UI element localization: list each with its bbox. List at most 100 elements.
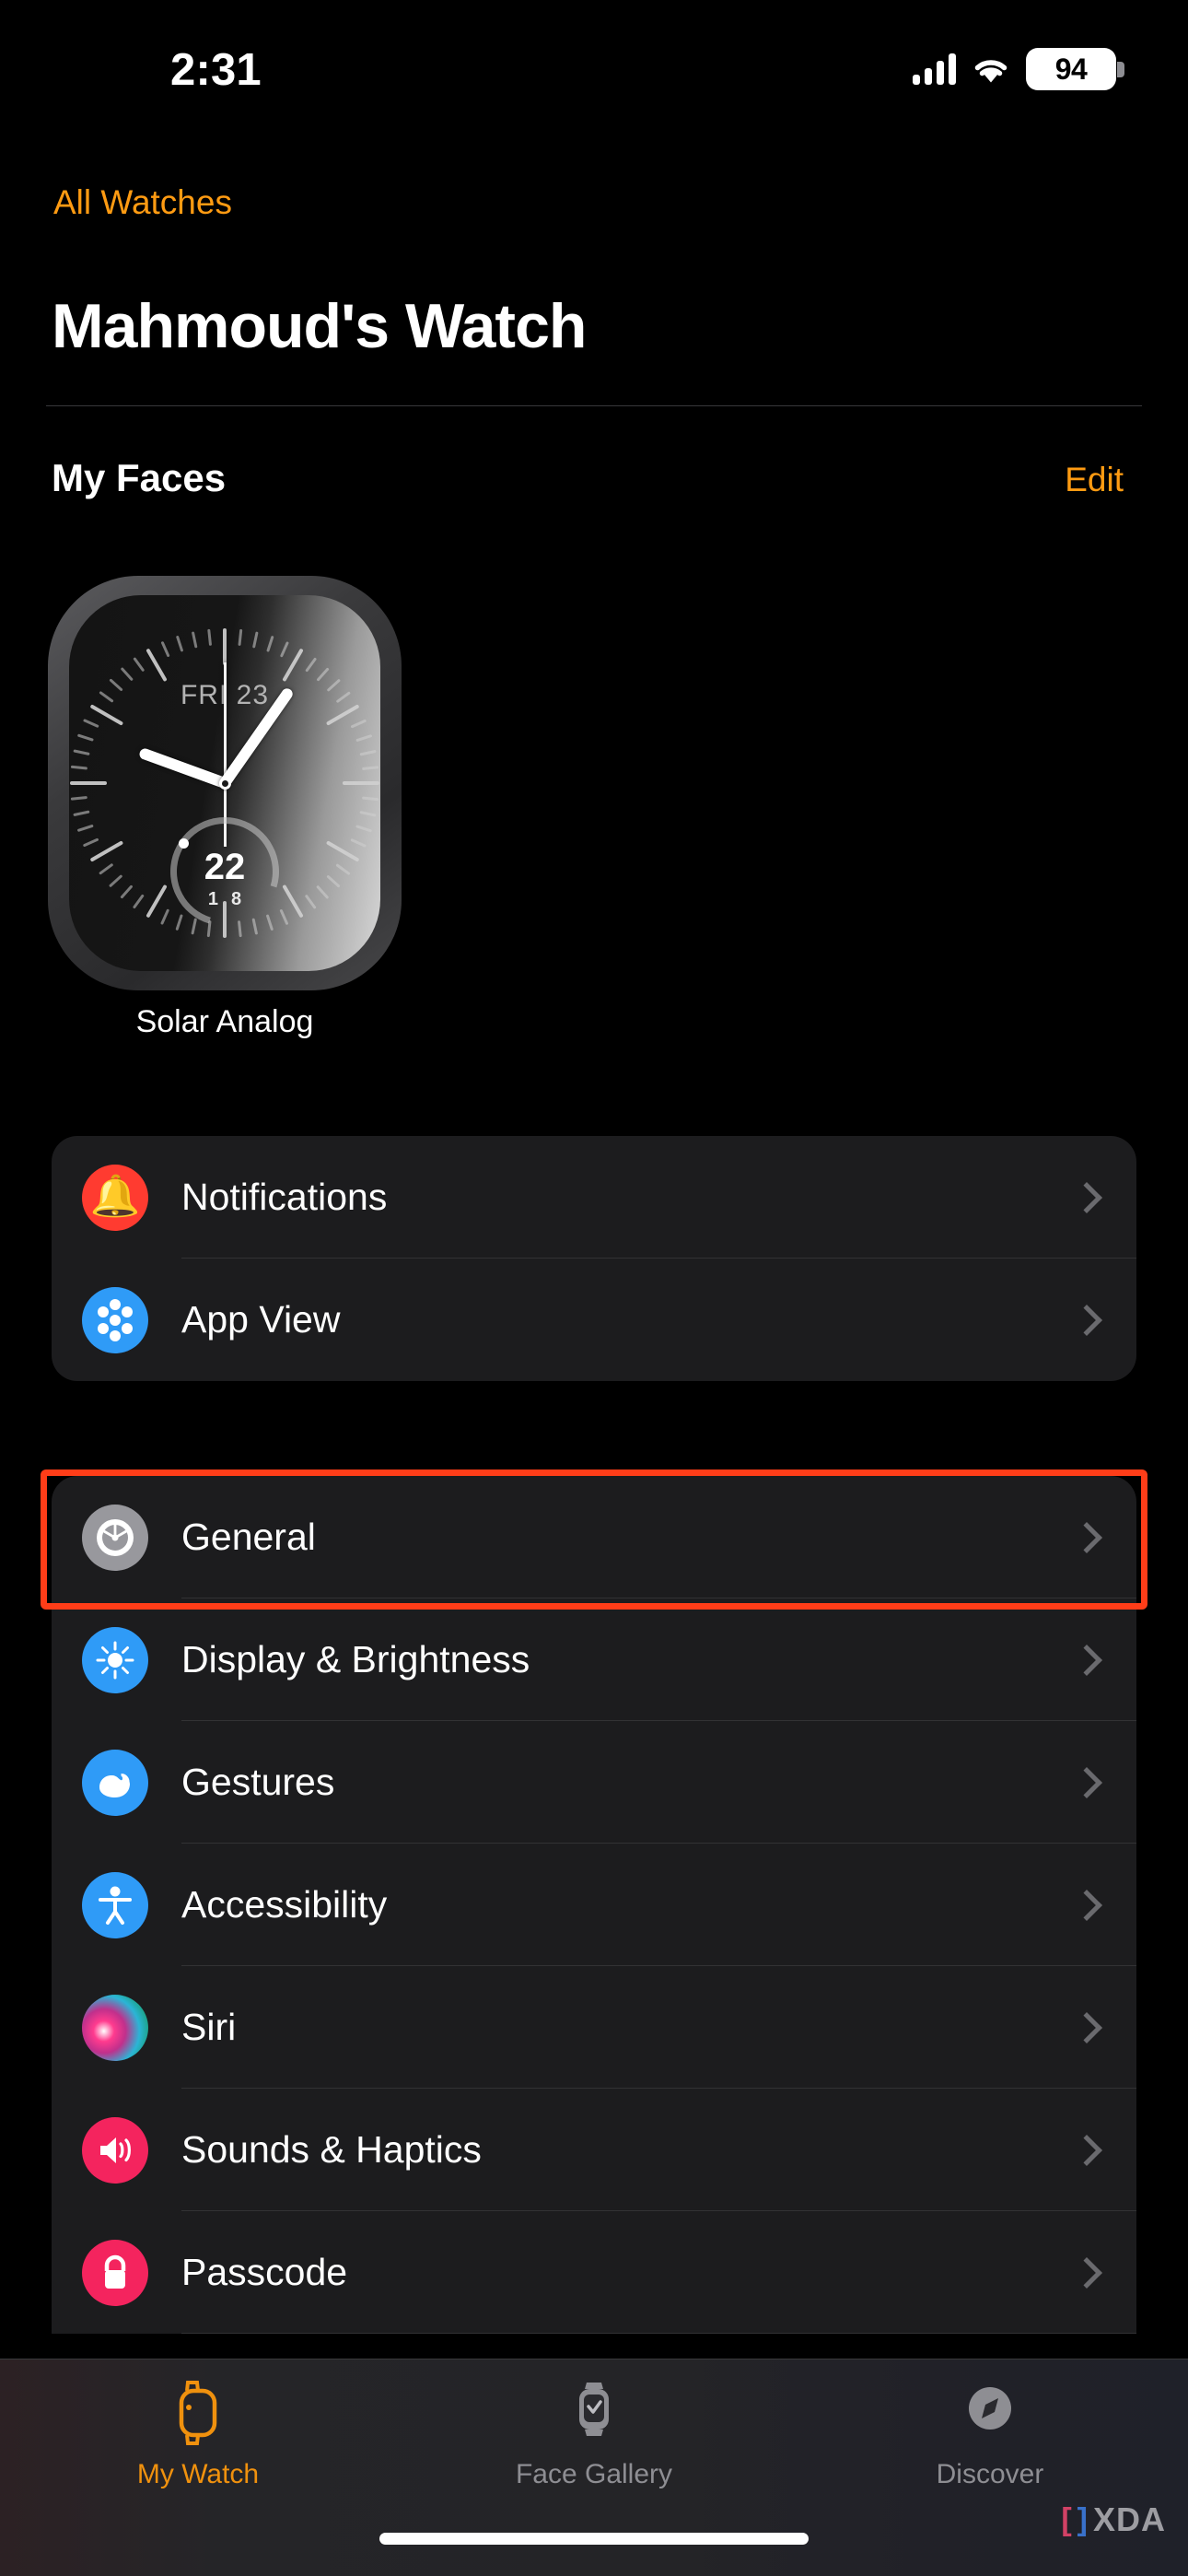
tick-mark: [326, 874, 341, 888]
battery-icon: 94: [1026, 48, 1124, 90]
list-item-accessibility[interactable]: Accessibility: [52, 1844, 1136, 1966]
tab-label: Discover: [936, 2459, 1044, 2489]
list-item-label: Display & Brightness: [181, 1638, 530, 1680]
tab-discover[interactable]: Discover: [792, 2359, 1188, 2512]
tab-label: My Watch: [136, 2459, 260, 2489]
tick-mark: [350, 837, 367, 848]
watch-screen: FRI 23 22 18: [69, 595, 380, 971]
tick-mark: [282, 648, 304, 683]
tick-mark: [325, 840, 360, 862]
tick-mark: [83, 837, 99, 848]
tick-mark: [350, 719, 367, 729]
status-bar-time: 2:31: [170, 45, 262, 95]
bell-icon: 🔔: [82, 1164, 148, 1231]
battery-percent-label: 94: [1054, 52, 1088, 86]
tab-my-watch[interactable]: My Watch: [0, 2359, 396, 2512]
subdial-range: 18: [207, 888, 255, 909]
tick-mark: [99, 863, 114, 875]
settings-group-secondary: General Display & Brightness Gestures Ac…: [52, 1476, 1136, 2334]
tick-mark: [362, 796, 379, 801]
watch-outline-icon: [169, 2380, 227, 2446]
tick-mark: [146, 648, 168, 683]
my-faces-heading: My Faces: [52, 456, 227, 499]
tab-face-gallery[interactable]: Face Gallery: [396, 2359, 792, 2512]
tick-mark: [89, 840, 124, 862]
tick-mark: [238, 628, 242, 646]
list-item-general[interactable]: General: [52, 1476, 1136, 1598]
tick-mark: [279, 641, 289, 658]
watch-face-preview[interactable]: FRI 23 22 18 Solar Analog: [48, 576, 407, 1039]
tick-mark: [266, 635, 274, 652]
list-item-label: Notifications: [181, 1176, 388, 1218]
tick-mark: [73, 749, 90, 756]
tick-mark: [76, 733, 94, 742]
status-bar: 2:31 94: [0, 0, 1188, 115]
chevron-right-icon: [1074, 2255, 1094, 2290]
chevron-right-icon: [1074, 2010, 1094, 2045]
watch-check-icon: [565, 2380, 623, 2446]
watch-subdial: 22 18: [151, 797, 298, 945]
watermark-bracket-left: [: [1061, 2502, 1072, 2537]
tick-mark: [70, 781, 107, 785]
tab-label: Face Gallery: [515, 2459, 673, 2489]
chevron-right-icon: [1074, 1888, 1094, 1923]
wifi-icon: [972, 55, 1010, 84]
accessibility-person-icon: [82, 1871, 148, 1938]
cellular-bars-icon: [913, 53, 956, 85]
tick-mark: [343, 781, 379, 785]
tick-mark: [279, 908, 289, 925]
tab-bar: My Watch Face Gallery Discover [] XDA: [0, 2359, 1188, 2576]
xda-watermark: [ ] XDA: [1061, 2500, 1166, 2539]
phone-screen: 2:31 94 All Watches Mahmoud's Watch My F…: [0, 0, 1188, 2576]
tick-mark: [73, 810, 90, 817]
list-item-app-view[interactable]: App View: [52, 1259, 1136, 1381]
tick-mark: [251, 631, 259, 649]
row-separator: [181, 2332, 1136, 2334]
chevron-right-icon: [1074, 2133, 1094, 2168]
app-grid-dots: [94, 1298, 136, 1341]
tick-mark: [70, 766, 87, 770]
list-item-label: Passcode: [181, 2251, 348, 2293]
list-item-sounds-haptics[interactable]: Sounds & Haptics: [52, 2089, 1136, 2211]
tick-mark: [305, 894, 317, 909]
hand-gesture-icon: [82, 1749, 148, 1816]
tick-mark: [83, 719, 99, 729]
chevron-right-icon: [1074, 1765, 1094, 1800]
sun-icon: [82, 1626, 148, 1693]
list-item-gestures[interactable]: Gestures: [52, 1721, 1136, 1844]
watch-hand-pivot: [218, 777, 231, 790]
chevron-right-icon: [1074, 1303, 1094, 1338]
tick-mark: [160, 641, 170, 658]
app-grid-icon: [82, 1286, 148, 1353]
tick-mark: [359, 810, 377, 817]
page-title: Mahmoud's Watch: [52, 291, 587, 361]
list-item-siri[interactable]: Siri: [52, 1966, 1136, 2089]
tick-mark: [120, 884, 134, 899]
list-item-label: General: [181, 1516, 316, 1558]
siri-orb-icon: [82, 1994, 148, 2061]
speaker-waves-icon: [82, 2116, 148, 2184]
tick-mark: [70, 796, 87, 801]
home-indicator[interactable]: [379, 2533, 809, 2545]
tick-mark: [355, 733, 373, 742]
tick-mark: [175, 635, 183, 652]
lock-icon: [82, 2239, 148, 2306]
list-item-passcode[interactable]: Passcode: [52, 2211, 1136, 2334]
tick-mark: [76, 825, 94, 833]
compass-icon: [961, 2380, 1019, 2446]
list-item-label: App View: [181, 1298, 341, 1341]
list-item-notifications[interactable]: 🔔 Notifications: [52, 1136, 1136, 1259]
tick-mark: [207, 628, 212, 646]
tick-mark: [359, 749, 377, 756]
back-link-all-watches[interactable]: All Watches: [53, 183, 232, 222]
edit-button[interactable]: Edit: [1065, 461, 1124, 499]
chevron-right-icon: [1074, 1520, 1094, 1555]
tick-mark: [223, 628, 227, 665]
status-bar-indicators: 94: [913, 48, 1124, 90]
tick-mark: [335, 863, 351, 875]
tick-mark: [146, 884, 168, 919]
gear-icon: [82, 1504, 148, 1571]
tick-mark: [305, 657, 317, 673]
tick-mark: [355, 825, 373, 833]
list-item-display-brightness[interactable]: Display & Brightness: [52, 1598, 1136, 1721]
